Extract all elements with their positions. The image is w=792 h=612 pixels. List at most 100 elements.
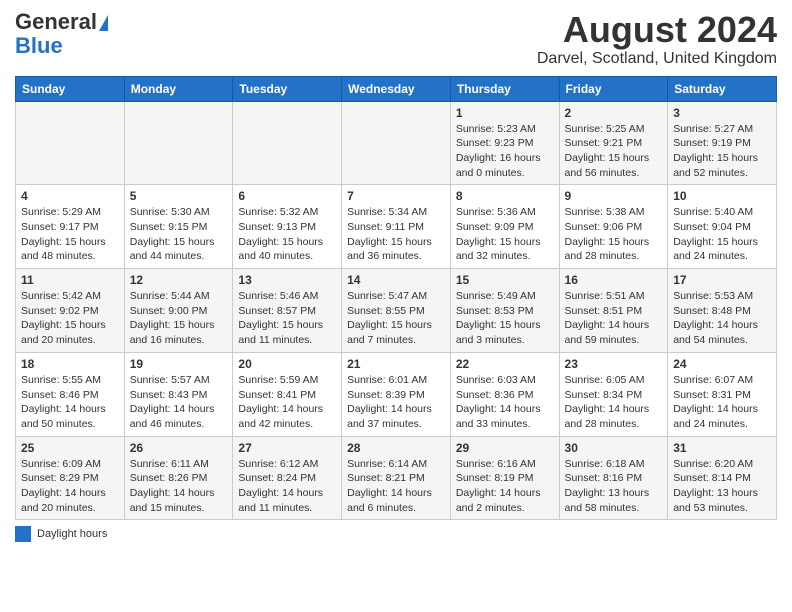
legend-label: Daylight hours — [37, 528, 107, 540]
calendar-cell: 31 Sunrise: 6:20 AM Sunset: 8:14 PM Dayli… — [668, 436, 777, 520]
calendar-cell: 23 Sunrise: 6:05 AM Sunset: 8:34 PM Dayli… — [559, 352, 668, 436]
day-info: Sunrise: 5:32 AM Sunset: 9:13 PM Dayligh… — [238, 205, 336, 264]
calendar-cell: 19 Sunrise: 5:57 AM Sunset: 8:43 PM Dayli… — [124, 352, 233, 436]
calendar-cell: 15Sunrise: 5:49 AM Sunset: 8:53 PM Dayli… — [450, 269, 559, 353]
calendar-cell: 25 Sunrise: 6:09 AM Sunset: 8:29 PM Dayli… — [16, 436, 125, 520]
calendar-cell: 9 Sunrise: 5:38 AM Sunset: 9:06 PM Daylig… — [559, 185, 668, 269]
logo-general-text: General — [15, 9, 97, 34]
day-number: 3 — [673, 106, 771, 120]
day-info: Sunrise: 5:29 AM Sunset: 9:17 PM Dayligh… — [21, 205, 119, 264]
day-info: Sunrise: 6:03 AM Sunset: 8:36 PM Dayligh… — [456, 373, 554, 432]
calendar-week-5: 25 Sunrise: 6:09 AM Sunset: 8:29 PM Dayli… — [16, 436, 777, 520]
day-number: 17 — [673, 273, 771, 287]
header-day-thursday: Thursday — [450, 76, 559, 101]
day-number: 29 — [456, 441, 554, 455]
day-number: 19 — [130, 357, 228, 371]
day-number: 23 — [565, 357, 663, 371]
calendar-cell: 21 Sunrise: 6:01 AM Sunset: 8:39 PM Dayli… — [342, 352, 451, 436]
day-info: Sunrise: 6:20 AM Sunset: 8:14 PM Dayligh… — [673, 457, 771, 516]
day-info: Sunrise: 5:51 AM Sunset: 8:51 PM Dayligh… — [565, 289, 663, 348]
calendar-cell — [16, 101, 125, 185]
day-info: Sunrise: 6:18 AM Sunset: 8:16 PM Dayligh… — [565, 457, 663, 516]
day-info: Sunrise: 6:11 AM Sunset: 8:26 PM Dayligh… — [130, 457, 228, 516]
calendar-cell: 7 Sunrise: 5:34 AM Sunset: 9:11 PM Daylig… — [342, 185, 451, 269]
calendar-cell: 4 Sunrise: 5:29 AM Sunset: 9:17 PM Daylig… — [16, 185, 125, 269]
day-info: Sunrise: 5:55 AM Sunset: 8:46 PM Dayligh… — [21, 373, 119, 432]
day-number: 26 — [130, 441, 228, 455]
calendar-cell: 6 Sunrise: 5:32 AM Sunset: 9:13 PM Daylig… — [233, 185, 342, 269]
calendar-cell: 12Sunrise: 5:44 AM Sunset: 9:00 PM Dayli… — [124, 269, 233, 353]
logo-triangle-icon — [99, 15, 108, 31]
calendar-cell: 18Sunrise: 5:55 AM Sunset: 8:46 PM Dayli… — [16, 352, 125, 436]
day-info: Sunrise: 6:16 AM Sunset: 8:19 PM Dayligh… — [456, 457, 554, 516]
day-number: 1 — [456, 106, 554, 120]
calendar-cell: 8Sunrise: 5:36 AM Sunset: 9:09 PM Daylig… — [450, 185, 559, 269]
day-info: Sunrise: 5:38 AM Sunset: 9:06 PM Dayligh… — [565, 205, 663, 264]
logo: General Blue — [15, 10, 108, 58]
day-number: 15 — [456, 273, 554, 287]
header-day-tuesday: Tuesday — [233, 76, 342, 101]
calendar-cell: 28Sunrise: 6:14 AM Sunset: 8:21 PM Dayli… — [342, 436, 451, 520]
calendar-cell: 14 Sunrise: 5:47 AM Sunset: 8:55 PM Dayli… — [342, 269, 451, 353]
day-info: Sunrise: 5:34 AM Sunset: 9:11 PM Dayligh… — [347, 205, 445, 264]
calendar-cell: 1Sunrise: 5:23 AM Sunset: 9:23 PM Daylig… — [450, 101, 559, 185]
calendar-table: SundayMondayTuesdayWednesdayThursdayFrid… — [15, 76, 777, 521]
day-info: Sunrise: 6:12 AM Sunset: 8:24 PM Dayligh… — [238, 457, 336, 516]
calendar-header: SundayMondayTuesdayWednesdayThursdayFrid… — [16, 76, 777, 101]
calendar-body: 1Sunrise: 5:23 AM Sunset: 9:23 PM Daylig… — [16, 101, 777, 520]
calendar-cell: 26 Sunrise: 6:11 AM Sunset: 8:26 PM Dayli… — [124, 436, 233, 520]
legend-color-box — [15, 526, 31, 542]
calendar-cell: 13Sunrise: 5:46 AM Sunset: 8:57 PM Dayli… — [233, 269, 342, 353]
calendar-cell: 10Sunrise: 5:40 AM Sunset: 9:04 PM Dayli… — [668, 185, 777, 269]
header-row: SundayMondayTuesdayWednesdayThursdayFrid… — [16, 76, 777, 101]
calendar-cell: 17 Sunrise: 5:53 AM Sunset: 8:48 PM Dayli… — [668, 269, 777, 353]
day-info: Sunrise: 6:05 AM Sunset: 8:34 PM Dayligh… — [565, 373, 663, 432]
day-number: 31 — [673, 441, 771, 455]
day-info: Sunrise: 5:30 AM Sunset: 9:15 PM Dayligh… — [130, 205, 228, 264]
logo-blue-text: Blue — [15, 34, 63, 58]
day-info: Sunrise: 5:57 AM Sunset: 8:43 PM Dayligh… — [130, 373, 228, 432]
calendar-cell — [124, 101, 233, 185]
calendar-week-2: 4 Sunrise: 5:29 AM Sunset: 9:17 PM Daylig… — [16, 185, 777, 269]
day-info: Sunrise: 5:25 AM Sunset: 9:21 PM Dayligh… — [565, 122, 663, 181]
calendar-cell: 22 Sunrise: 6:03 AM Sunset: 8:36 PM Dayli… — [450, 352, 559, 436]
day-number: 21 — [347, 357, 445, 371]
day-info: Sunrise: 5:46 AM Sunset: 8:57 PM Dayligh… — [238, 289, 336, 348]
page-subtitle: Darvel, Scotland, United Kingdom — [537, 50, 777, 68]
header-day-friday: Friday — [559, 76, 668, 101]
calendar-cell: 11Sunrise: 5:42 AM Sunset: 9:02 PM Dayli… — [16, 269, 125, 353]
day-info: Sunrise: 5:59 AM Sunset: 8:41 PM Dayligh… — [238, 373, 336, 432]
day-info: Sunrise: 6:09 AM Sunset: 8:29 PM Dayligh… — [21, 457, 119, 516]
calendar-week-1: 1Sunrise: 5:23 AM Sunset: 9:23 PM Daylig… — [16, 101, 777, 185]
day-number: 27 — [238, 441, 336, 455]
day-info: Sunrise: 5:53 AM Sunset: 8:48 PM Dayligh… — [673, 289, 771, 348]
day-number: 9 — [565, 189, 663, 203]
day-number: 4 — [21, 189, 119, 203]
day-number: 14 — [347, 273, 445, 287]
day-number: 6 — [238, 189, 336, 203]
day-number: 7 — [347, 189, 445, 203]
day-number: 8 — [456, 189, 554, 203]
day-number: 12 — [130, 273, 228, 287]
day-number: 28 — [347, 441, 445, 455]
calendar-cell: 16Sunrise: 5:51 AM Sunset: 8:51 PM Dayli… — [559, 269, 668, 353]
title-block: August 2024 Darvel, Scotland, United Kin… — [537, 10, 777, 68]
day-number: 22 — [456, 357, 554, 371]
day-info: Sunrise: 5:42 AM Sunset: 9:02 PM Dayligh… — [21, 289, 119, 348]
header-day-wednesday: Wednesday — [342, 76, 451, 101]
day-number: 5 — [130, 189, 228, 203]
calendar-cell: 24Sunrise: 6:07 AM Sunset: 8:31 PM Dayli… — [668, 352, 777, 436]
calendar-cell: 29 Sunrise: 6:16 AM Sunset: 8:19 PM Dayli… — [450, 436, 559, 520]
day-info: Sunrise: 5:47 AM Sunset: 8:55 PM Dayligh… — [347, 289, 445, 348]
header-day-saturday: Saturday — [668, 76, 777, 101]
logo-line1: General — [15, 10, 108, 34]
day-number: 25 — [21, 441, 119, 455]
calendar-week-4: 18Sunrise: 5:55 AM Sunset: 8:46 PM Dayli… — [16, 352, 777, 436]
day-number: 10 — [673, 189, 771, 203]
day-info: Sunrise: 6:01 AM Sunset: 8:39 PM Dayligh… — [347, 373, 445, 432]
calendar-cell: 20Sunrise: 5:59 AM Sunset: 8:41 PM Dayli… — [233, 352, 342, 436]
day-info: Sunrise: 6:07 AM Sunset: 8:31 PM Dayligh… — [673, 373, 771, 432]
calendar-cell: 30Sunrise: 6:18 AM Sunset: 8:16 PM Dayli… — [559, 436, 668, 520]
day-number: 2 — [565, 106, 663, 120]
calendar-cell — [233, 101, 342, 185]
